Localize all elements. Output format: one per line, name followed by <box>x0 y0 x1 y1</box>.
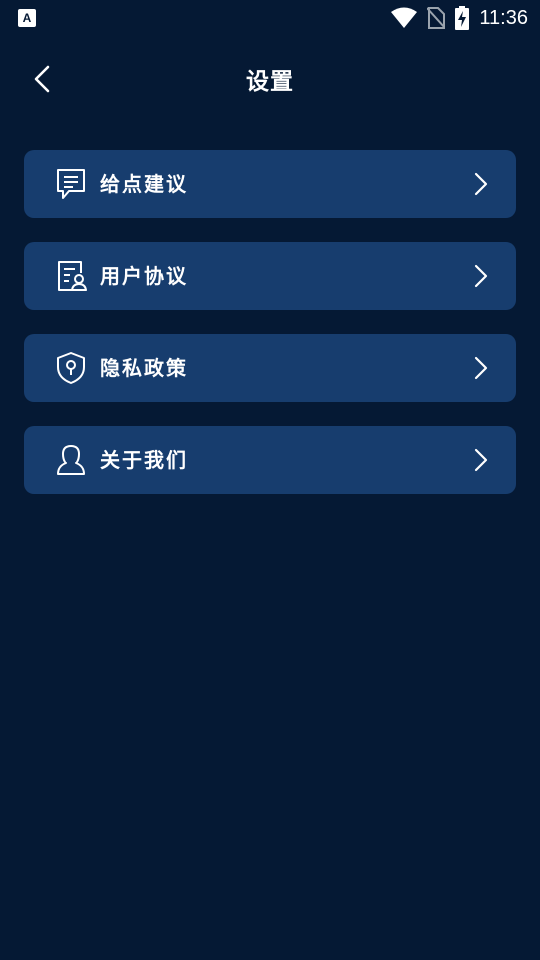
chevron-right-icon <box>474 172 488 196</box>
menu-item-label: 用户协议 <box>100 264 188 288</box>
battery-charging-icon <box>455 6 470 30</box>
no-sim-icon <box>427 7 446 29</box>
menu-item-label: 关于我们 <box>100 448 188 472</box>
person-icon <box>54 443 88 477</box>
menu-item-user-agreement[interactable]: 用户协议 <box>24 242 516 310</box>
menu-item-label: 给点建议 <box>100 172 188 196</box>
menu-item-about-us[interactable]: 关于我们 <box>24 426 516 494</box>
user-agreement-icon <box>54 259 88 293</box>
menu-item-label: 隐私政策 <box>100 356 188 380</box>
status-bar: A 11:36 <box>0 0 540 36</box>
top-bar: 设置 <box>0 48 540 108</box>
status-right-group: 11:36 <box>391 5 528 31</box>
privacy-shield-icon <box>54 351 88 385</box>
menu-item-feedback[interactable]: 给点建议 <box>24 150 516 218</box>
wifi-icon <box>391 7 418 29</box>
app-notification-icon: A <box>18 9 36 27</box>
chevron-right-icon <box>474 448 488 472</box>
menu-item-privacy-policy[interactable]: 隐私政策 <box>24 334 516 402</box>
status-time: 11:36 <box>479 6 528 29</box>
settings-menu: 给点建议 用户协议 隐私政策 关于我们 <box>24 150 516 518</box>
page-title: 设置 <box>246 69 294 95</box>
chevron-right-icon <box>474 356 488 380</box>
feedback-icon <box>54 167 88 201</box>
chevron-right-icon <box>474 264 488 288</box>
